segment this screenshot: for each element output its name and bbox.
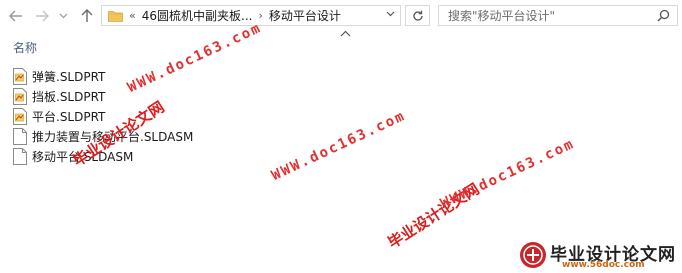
search-input[interactable] [448, 8, 648, 23]
site-logo: 毕业设计论文网 www.56doc.com [518, 238, 678, 272]
sort-chevron-up-icon[interactable] [340, 30, 351, 37]
breadcrumb-separator-icon[interactable]: › [258, 9, 262, 22]
file-name: 平台.SLDPRT [32, 109, 106, 124]
blank-file-icon [13, 127, 27, 145]
search-box[interactable] [438, 5, 678, 26]
file-name: 弹簧.SLDPRT [32, 69, 106, 84]
sldprt-file-icon [13, 107, 27, 125]
arrow-right-icon [36, 10, 49, 22]
chevron-down-icon [59, 13, 67, 19]
back-button[interactable] [6, 6, 26, 26]
search-icon[interactable] [657, 9, 670, 22]
logo-url: www.56doc.com [562, 260, 645, 270]
address-dropdown-icon[interactable] [386, 9, 395, 20]
column-header-name[interactable]: 名称 [13, 39, 37, 56]
list-item[interactable]: 推力装置与移动平台.SLDASM [13, 126, 313, 146]
folder-icon [108, 10, 123, 22]
refresh-icon [412, 10, 423, 21]
watermark-url: WWW.doc163.com [438, 135, 578, 212]
up-button[interactable] [76, 6, 98, 26]
navigation-bar: « 46圆梳机中副夹板... › 移动平台设计 [0, 0, 682, 34]
recent-locations-button[interactable] [57, 6, 69, 26]
refresh-button[interactable] [405, 5, 430, 26]
breadcrumb-overflow[interactable]: « [129, 9, 136, 22]
seal-logo-icon [520, 242, 546, 268]
breadcrumb-current[interactable]: 移动平台设计 [269, 7, 341, 24]
arrow-up-icon [81, 9, 93, 22]
breadcrumb-parent[interactable]: 46圆梳机中副夹板... [142, 7, 253, 24]
forward-button[interactable] [32, 6, 52, 26]
blank-file-icon [13, 147, 27, 165]
list-item[interactable]: 挡板.SLDPRT [13, 86, 313, 106]
file-name: 挡板.SLDPRT [32, 89, 106, 104]
sldprt-file-icon [13, 67, 27, 85]
arrow-left-icon [9, 10, 22, 22]
list-item[interactable]: 移动平台.SLDASM [13, 146, 313, 166]
sldprt-file-icon [13, 87, 27, 105]
